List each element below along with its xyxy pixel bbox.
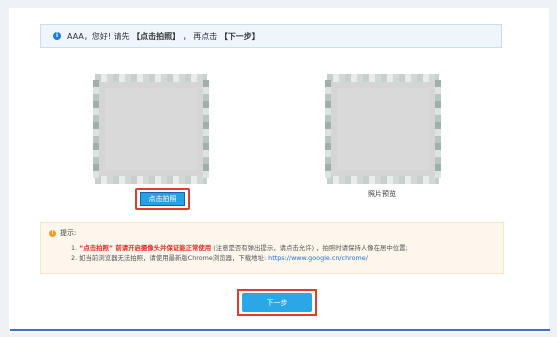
info-icon: i xyxy=(53,32,61,40)
tip-1-rest: (注意是否有弹出提示，请点击允许) ，拍照时请保持人像在居中位置; xyxy=(211,244,408,252)
tips-panel: ! 提示: 1. “点击拍照” 前请开启摄像头并保证能正常使用 (注意是否有弹出… xyxy=(40,222,504,274)
photo-preview xyxy=(325,74,441,184)
next-step-button[interactable]: 下一步 xyxy=(242,293,312,312)
tips-title: 提示: xyxy=(60,229,77,237)
preview-edge-bottom xyxy=(327,176,439,184)
tip-1-emphasis: “点击拍照” 前请开启摄像头并保证能正常使用 xyxy=(79,244,212,252)
preview-image xyxy=(337,88,429,170)
info-alert: i AAA，您好! 请先 【点击拍照】 ， 再点击 【下一步】 xyxy=(40,24,502,48)
info-text-mid: ， 再点击 xyxy=(182,31,218,41)
preview-edge-left xyxy=(325,80,331,178)
next-highlight: 下一步 xyxy=(237,289,317,316)
info-text-prefix: AAA，您好! 请先 xyxy=(67,31,130,41)
capture-highlight: 点击拍照 xyxy=(135,188,190,210)
info-text: AAA，您好! 请先 【点击拍照】 ， 再点击 【下一步】 xyxy=(67,31,260,42)
camera-edge-right xyxy=(203,80,209,178)
tip-line-2: 2. 如当前浏览器无法拍照，请使用最新版Chrome浏览器，下载地址: http… xyxy=(71,253,495,263)
tip-1-prefix: 1. xyxy=(71,244,80,252)
bottom-divider xyxy=(10,329,550,331)
main-card xyxy=(9,8,549,333)
preview-edge-right xyxy=(435,80,441,178)
camera-view xyxy=(93,74,209,184)
info-action-capture: 【点击拍照】 xyxy=(132,31,181,41)
capture-button[interactable]: 点击拍照 xyxy=(140,192,185,206)
preview-label: 照片预览 xyxy=(368,190,396,198)
camera-edge-bottom xyxy=(95,176,207,184)
chrome-download-link[interactable]: https://www.google.cn/chrome/ xyxy=(268,254,368,262)
tip-line-1: 1. “点击拍照” 前请开启摄像头并保证能正常使用 (注意是否有弹出提示，请点击… xyxy=(71,243,495,253)
tip-2-text: 2. 如当前浏览器无法拍照，请使用最新版Chrome浏览器，下载地址: xyxy=(71,254,269,262)
camera-edge-left xyxy=(93,80,99,178)
camera-feed xyxy=(105,88,197,170)
camera-edge-top xyxy=(95,74,207,82)
info-action-next: 【下一步】 xyxy=(219,31,260,41)
tips-header: ! 提示: xyxy=(49,228,495,238)
preview-edge-top xyxy=(327,74,439,82)
warning-icon: ! xyxy=(49,229,56,237)
